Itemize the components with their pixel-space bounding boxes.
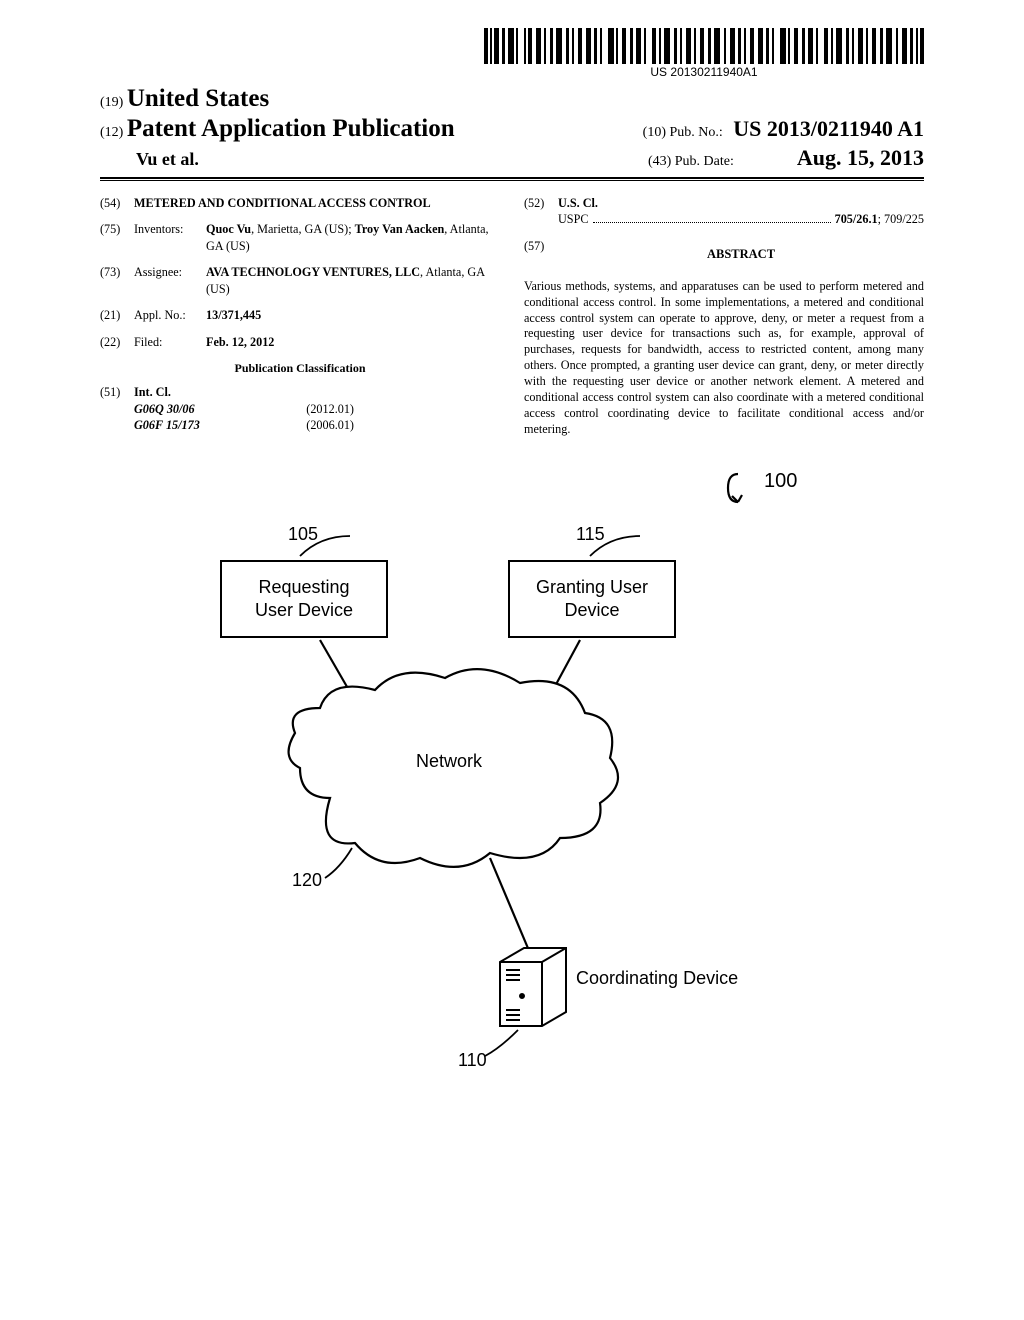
intcl-label: Int. Cl. — [134, 384, 500, 400]
biblio-right-column: (52) U.S. Cl. USPC 705/26.1; 709/225 (57… — [524, 195, 924, 438]
pub-number-row: (10) Pub. No.: US 2013/0211940 A1 — [643, 116, 924, 142]
intcl-1-code: G06Q 30/06 — [134, 401, 195, 417]
intcl-1-year: (2012.01) — [306, 401, 354, 417]
inventor-1-name: Quoc Vu — [206, 222, 251, 236]
uspc-dots — [593, 222, 831, 223]
publication-kind: (12) Patent Application Publication — [100, 115, 455, 143]
inventor-2-name: Troy Van Aacken — [355, 222, 445, 236]
abstract-heading: ABSTRACT — [558, 246, 924, 263]
network-label: Network — [416, 751, 482, 772]
coordinating-device-label: Coordinating Device — [576, 968, 738, 989]
ref-110: 110 — [458, 1050, 487, 1071]
ref-105: 105 — [288, 524, 318, 545]
country-code-number: (19) — [100, 95, 123, 110]
intcl-2-code: G06F 15/173 — [134, 417, 200, 433]
invention-title: METERED AND CONDITIONAL ACCESS CONTROL — [134, 195, 500, 211]
ref-115: 115 — [576, 524, 605, 545]
abstract-code-number: (57) — [524, 238, 558, 269]
applno-label: Appl. No.: — [134, 307, 206, 323]
kind-label: Patent Application Publication — [127, 115, 455, 142]
uspc-prefix: USPC — [558, 211, 589, 227]
pubdate-label: Pub. Date: — [675, 154, 734, 169]
inventors-code-number: (75) — [100, 221, 134, 254]
inventors-value: Quoc Vu, Marietta, GA (US); Troy Van Aac… — [206, 221, 500, 254]
uscl-code-number: (52) — [524, 195, 558, 228]
header-country-line: (19) United States — [100, 85, 924, 113]
kind-code-number: (12) — [100, 125, 123, 140]
title-code-number: (54) — [100, 195, 134, 211]
uspc-value: 705/26.1; 709/225 — [835, 211, 924, 227]
barcode: US 20130211940A1 — [484, 28, 924, 79]
barcode-area: US 20130211940A1 — [100, 28, 924, 81]
applno-code-number: (21) — [100, 307, 134, 323]
inventor-1-rest: , Marietta, GA (US); — [251, 222, 355, 236]
pubdate-code-number: (43) — [648, 154, 671, 169]
pubno-code-number: (10) — [643, 125, 666, 140]
header-rule-thin — [100, 180, 924, 181]
ref-120: 120 — [292, 870, 322, 891]
filed-code-number: (22) — [100, 334, 134, 350]
country-name: United States — [127, 85, 269, 112]
intcl-2-year: (2006.01) — [306, 417, 354, 433]
pubno-value: US 2013/0211940 A1 — [733, 116, 924, 141]
assignee-label: Assignee: — [134, 264, 206, 297]
applno-value: 13/371,445 — [206, 307, 500, 323]
publication-classification-heading: Publication Classification — [100, 360, 500, 376]
pubno-label: Pub. No.: — [670, 125, 723, 140]
figure-diagram: 100 105 115 RequestingUser Device Granti… — [100, 468, 924, 1128]
assignee-value: AVA TECHNOLOGY VENTURES, LLC, Atlanta, G… — [206, 264, 500, 297]
abstract-text: Various methods, systems, and apparatuse… — [524, 279, 924, 438]
pubdate-value: Aug. 15, 2013 — [797, 145, 924, 170]
filed-label: Filed: — [134, 334, 206, 350]
ref-100: 100 — [764, 470, 797, 493]
uscl-label: U.S. Cl. — [558, 195, 924, 211]
header-rule-thick — [100, 177, 924, 179]
barcode-number: US 20130211940A1 — [484, 65, 924, 79]
filed-value: Feb. 12, 2012 — [206, 334, 500, 350]
assignee-name: AVA TECHNOLOGY VENTURES, LLC — [206, 265, 420, 279]
biblio-left-column: (54) METERED AND CONDITIONAL ACCESS CONT… — [100, 195, 500, 438]
assignee-code-number: (73) — [100, 264, 134, 297]
authors-line: Vu et al. — [136, 149, 199, 170]
inventors-label: Inventors: — [134, 221, 206, 254]
pub-date-row: (43) Pub. Date: Aug. 15, 2013 — [648, 145, 924, 171]
intcl-code-number: (51) — [100, 384, 134, 433]
